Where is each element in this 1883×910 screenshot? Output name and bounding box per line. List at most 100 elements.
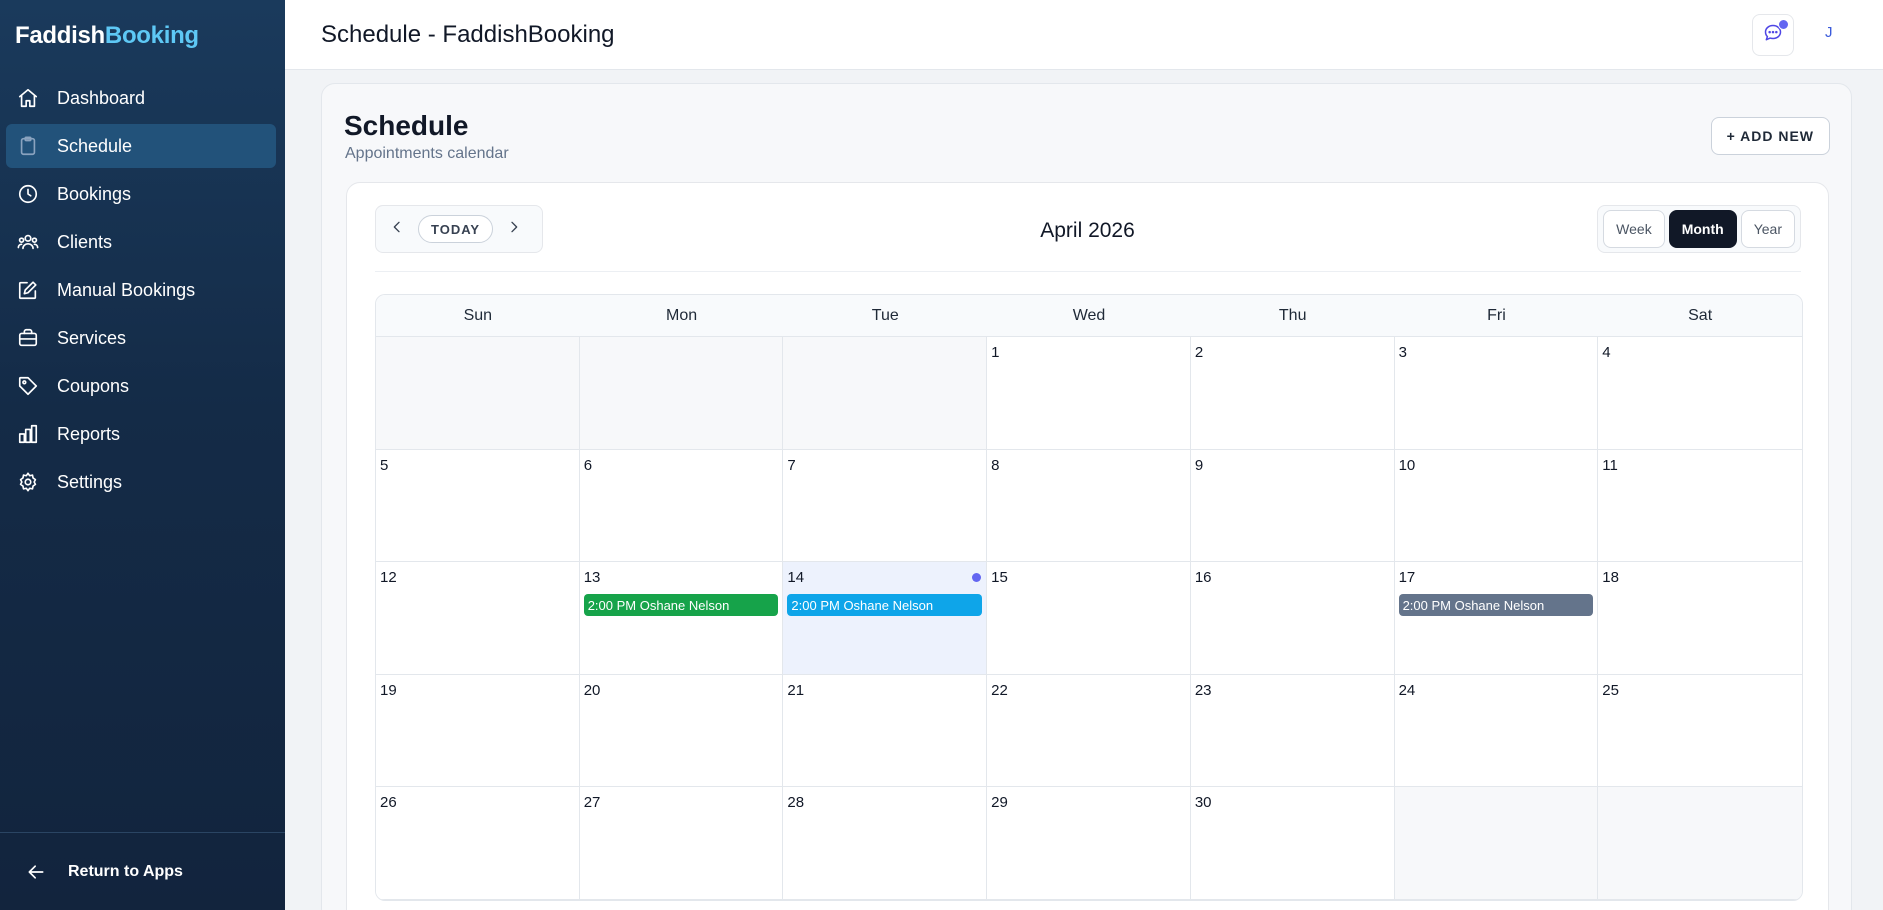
brand-logo-part2: Booking — [104, 22, 199, 49]
appointment-event[interactable]: 2:00 PM Oshane Nelson — [787, 594, 983, 616]
weekday-label: Sun — [463, 306, 493, 324]
calendar-day-cell[interactable]: 28 — [783, 787, 988, 900]
calendar-day-cell[interactable]: 1 — [987, 337, 1191, 450]
calendar-day-cell[interactable]: 10 — [1394, 449, 1599, 562]
briefcase-icon — [16, 326, 40, 350]
sidebar-item-bookings[interactable]: Bookings — [6, 172, 276, 216]
appointment-event[interactable]: 2:00 PM Oshane Nelson — [583, 594, 779, 616]
day-number: 26 — [380, 794, 397, 811]
calendar-day-cell[interactable]: 15 — [987, 562, 1191, 675]
day-number: 18 — [1602, 569, 1619, 586]
brand-logo[interactable]: FaddishBooking — [15, 22, 199, 50]
sidebar-item-label: Dashboard — [57, 87, 146, 108]
calendar-day-cell[interactable]: 5 — [376, 449, 580, 562]
calendar-day-cell[interactable]: 6 — [579, 449, 784, 562]
sidebar-item-reports[interactable]: Reports — [6, 412, 276, 456]
day-number: 6 — [583, 456, 593, 474]
schedule-panel: Schedule Appointments calendar + ADD NEW… — [321, 83, 1852, 910]
calendar-day-cell[interactable]: 27 — [579, 787, 784, 900]
day-number: 15 — [991, 569, 1008, 586]
sidebar-item-label: Coupons — [57, 375, 130, 396]
day-number: 21 — [787, 681, 805, 699]
day-number: 3 — [1398, 344, 1407, 361]
calendar-day-cell[interactable]: 26 — [376, 787, 580, 900]
day-number: 1 — [991, 344, 1000, 361]
calendar-empty-cell — [1598, 787, 1802, 900]
chevron-right-icon — [506, 219, 522, 240]
day-number: 30 — [1194, 794, 1212, 811]
calendar-day-cell[interactable]: 23 — [1190, 674, 1395, 787]
today-button[interactable]: TODAY — [418, 215, 494, 243]
calendar-day-cell[interactable]: 13 2:00 PM Oshane Nelson — [579, 562, 784, 675]
view-year-button[interactable]: Year — [1740, 210, 1795, 248]
calendar-card: TODAY April 2026 Week Month Year Sun Mon… — [346, 182, 1829, 910]
sidebar-item-label: Settings — [57, 471, 123, 492]
add-new-button[interactable]: + ADD NEW — [1710, 117, 1830, 155]
calendar-day-cell[interactable]: 20 — [579, 674, 784, 787]
day-number: 16 — [1194, 569, 1212, 586]
calendar-day-cell[interactable]: 7 — [783, 449, 988, 562]
day-number: 25 — [1602, 681, 1619, 699]
calendar-day-cell[interactable]: 22 — [987, 674, 1191, 787]
appointment-event[interactable]: 2:00 PM Oshane Nelson — [1398, 594, 1594, 616]
calendar-day-cell[interactable]: 21 — [783, 674, 988, 787]
sidebar-item-dashboard[interactable]: Dashboard — [6, 76, 276, 120]
day-number: 19 — [380, 681, 397, 699]
calendar-day-cell[interactable]: 19 — [376, 674, 580, 787]
sidebar-item-services[interactable]: Services — [6, 316, 276, 360]
sidebar-item-label: Bookings — [57, 183, 132, 204]
view-week-button[interactable]: Week — [1603, 210, 1665, 248]
day-number: 9 — [1194, 456, 1204, 474]
tag-icon — [16, 374, 40, 398]
day-number: 20 — [583, 681, 601, 699]
weekday-label: Tue — [871, 306, 899, 324]
gear-icon — [16, 470, 40, 494]
user-avatar[interactable]: J — [1825, 24, 1833, 41]
previous-month-button[interactable] — [382, 214, 412, 244]
day-number: 17 — [1398, 569, 1416, 586]
calendar-day-cell[interactable]: 12 — [376, 562, 580, 675]
home-icon — [16, 86, 40, 110]
sidebar-item-coupons[interactable]: Coupons — [6, 364, 276, 408]
calendar-day-cell[interactable]: 2 — [1190, 337, 1395, 450]
calendar-day-cell[interactable]: 11 — [1598, 449, 1802, 562]
calendar-navigation: TODAY — [375, 205, 543, 253]
section-title: Schedule — [344, 110, 469, 141]
sidebar-item-clients[interactable]: Clients — [6, 220, 276, 264]
sidebar-item-manual-bookings[interactable]: Manual Bookings — [6, 268, 276, 312]
calendar-empty-cell — [376, 337, 580, 450]
day-number: 2 — [1194, 344, 1204, 361]
calendar-day-cell[interactable]: 30 — [1190, 787, 1395, 900]
sidebar-item-settings[interactable]: Settings — [6, 460, 276, 504]
weekday-label: Thu — [1278, 306, 1307, 324]
clipboard-icon — [16, 134, 40, 158]
weekday-label: Mon — [666, 306, 698, 324]
section-subtitle: Appointments calendar — [345, 145, 509, 162]
calendar-day-cell[interactable]: 18 — [1598, 562, 1802, 675]
edit-icon — [16, 278, 40, 302]
day-number: 5 — [380, 456, 389, 474]
bar-chart-icon — [16, 422, 40, 446]
calendar-day-cell[interactable]: 14 2:00 PM Oshane Nelson — [783, 562, 988, 675]
sidebar-item-label: Schedule — [57, 135, 133, 156]
calendar-empty-cell — [783, 337, 988, 450]
day-number: 22 — [991, 681, 1008, 699]
sidebar-item-label: Services — [57, 327, 127, 348]
view-month-button[interactable]: Month — [1668, 210, 1737, 248]
calendar-day-cell[interactable]: 3 — [1394, 337, 1599, 450]
calendar-day-cell[interactable]: 17 2:00 PM Oshane Nelson — [1394, 562, 1599, 675]
calendar-day-cell[interactable]: 24 — [1394, 674, 1599, 787]
sidebar: FaddishBooking Dashboard Schedule Bookin… — [0, 0, 285, 910]
calendar-day-cell[interactable]: 25 — [1598, 674, 1802, 787]
calendar-day-cell[interactable]: 8 — [987, 449, 1191, 562]
calendar-day-cell[interactable]: 9 — [1190, 449, 1395, 562]
sidebar-item-schedule[interactable]: Schedule — [6, 124, 276, 168]
return-to-apps-link[interactable]: Return to Apps — [0, 832, 285, 910]
calendar-day-cell[interactable]: 29 — [987, 787, 1191, 900]
brand-logo-part1: Faddish — [15, 22, 105, 49]
messages-button[interactable] — [1752, 14, 1794, 56]
next-month-button[interactable] — [499, 214, 529, 244]
calendar-day-cell[interactable]: 4 — [1598, 337, 1802, 450]
toolbar-divider — [375, 271, 1801, 272]
calendar-day-cell[interactable]: 16 — [1190, 562, 1395, 675]
